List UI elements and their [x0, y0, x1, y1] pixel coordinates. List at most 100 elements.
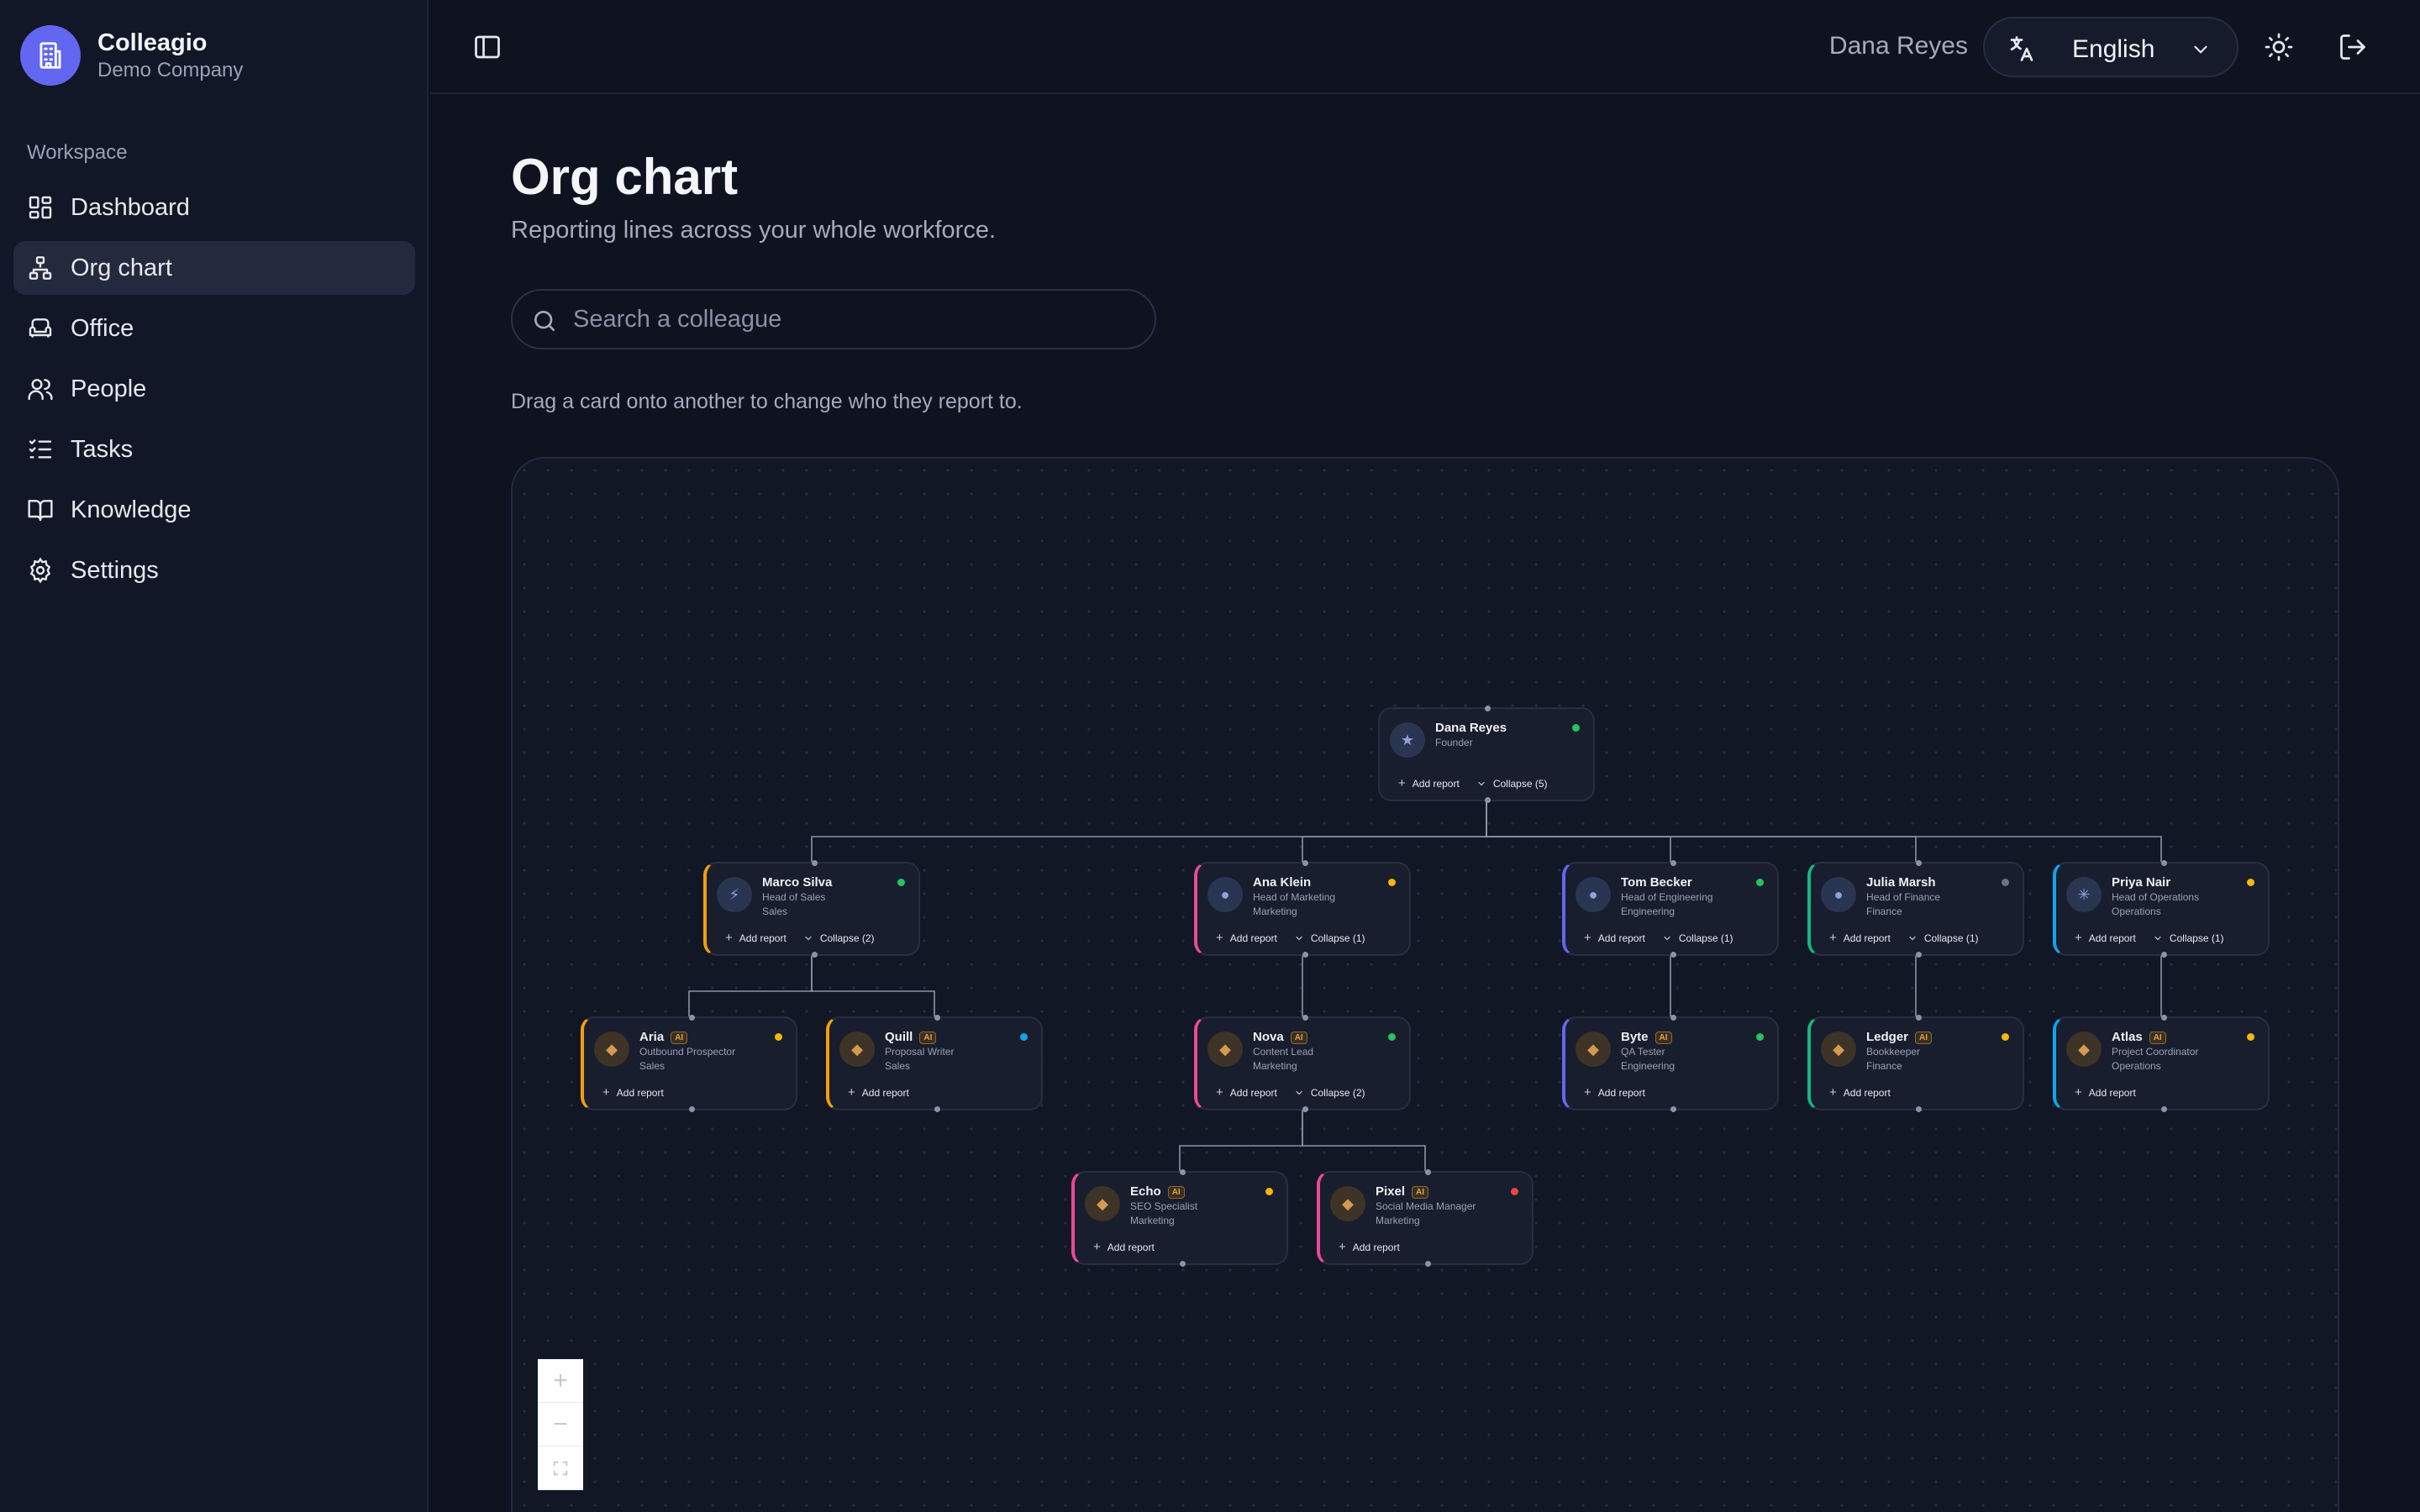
org-card-marco[interactable]: ⚡ Marco Silva Head of Sales Sales + Add repor…	[703, 860, 920, 958]
sidebar-item-label: People	[71, 375, 147, 402]
connector-port[interactable]	[1916, 860, 1922, 866]
org-card-byte[interactable]: ◆ Byte AI QA Tester Engineering + Add report	[1562, 1015, 1779, 1112]
connector-port[interactable]	[1180, 1169, 1186, 1175]
org-chart-canvas[interactable]: ★ Dana Reyes Founder + Add report Collapse (5…	[511, 457, 2339, 1512]
search-icon	[534, 311, 555, 331]
logout-icon[interactable]	[2338, 32, 2368, 62]
search-input[interactable]	[573, 299, 1128, 339]
org-card-ledger[interactable]: ◆ Ledger AI Bookkeeper Finance + Add report	[1807, 1015, 2024, 1112]
collapse-button[interactable]: Collapse (1)	[1662, 931, 1733, 945]
org-card-aria[interactable]: ◆ Aria AI Outbound Prospector Sales + Add repo…	[581, 1015, 797, 1112]
connector-port[interactable]	[1670, 1106, 1676, 1112]
sidebar-item-dashboard[interactable]: Dashboard	[13, 181, 415, 234]
brand-name: Colleagio	[97, 29, 208, 56]
add-report-button[interactable]: + Add report	[1216, 931, 1277, 945]
connector-port[interactable]	[1302, 1106, 1308, 1112]
connector-port[interactable]	[2161, 952, 2167, 958]
add-report-button[interactable]: + Add report	[725, 931, 786, 945]
sidebar-item-office[interactable]: Office	[13, 302, 415, 355]
add-report-label: Add report	[1352, 1241, 1400, 1253]
org-card-nova[interactable]: ◆ Nova AI Content Lead Marketing + Add report C…	[1194, 1015, 1411, 1112]
add-report-button[interactable]: + Add report	[2075, 1085, 2136, 1100]
collapse-label: Collapse (1)	[2169, 932, 2224, 944]
sidebar-toggle-icon[interactable]	[472, 32, 502, 62]
org-card-tom[interactable]: ● Tom Becker Head of Engineering Engineerin…	[1562, 860, 1779, 958]
connector-port[interactable]	[2161, 1106, 2167, 1112]
connector-port[interactable]	[1916, 1106, 1922, 1112]
connector-port[interactable]	[1302, 952, 1308, 958]
collapse-button[interactable]: Collapse (2)	[1294, 1085, 1365, 1100]
add-report-button[interactable]: + Add report	[1398, 776, 1460, 790]
add-report-button[interactable]: + Add report	[2075, 931, 2136, 945]
connector-port[interactable]	[1425, 1169, 1431, 1175]
connector-port[interactable]	[1670, 860, 1676, 866]
add-report-button[interactable]: + Add report	[1339, 1240, 1400, 1254]
connector-port[interactable]	[1302, 860, 1308, 866]
connector-port[interactable]	[1485, 706, 1491, 711]
status-dot	[1020, 1033, 1028, 1041]
org-card-pixel[interactable]: ◆ Pixel AI Social Media Manager Marketing + Ad…	[1317, 1169, 1534, 1267]
connector-port[interactable]	[934, 1015, 940, 1021]
add-report-button[interactable]: + Add report	[1216, 1085, 1277, 1100]
add-report-label: Add report	[1843, 932, 1891, 944]
status-dot	[2002, 879, 2009, 886]
org-card-quill[interactable]: ◆ Quill AI Proposal Writer Sales + Add report	[826, 1015, 1043, 1112]
connector-port[interactable]	[1425, 1261, 1431, 1267]
sidebar-item-tasks[interactable]: Tasks	[13, 423, 415, 476]
colleague-department: Marketing	[1376, 1215, 1420, 1226]
connector-port[interactable]	[1670, 1015, 1676, 1021]
connector-port[interactable]	[1916, 952, 1922, 958]
connector-port[interactable]	[2161, 860, 2167, 866]
zoom-in-button[interactable]: +	[538, 1359, 583, 1403]
plus-icon: +	[1584, 931, 1591, 945]
bot-icon: ◆	[594, 1032, 629, 1067]
add-report-button[interactable]: + Add report	[848, 1085, 909, 1100]
sun-icon[interactable]	[2264, 32, 2294, 62]
sidebar-item-label: Tasks	[71, 435, 134, 463]
fit-view-button[interactable]	[538, 1446, 583, 1490]
add-report-button[interactable]: + Add report	[1093, 1240, 1155, 1254]
add-report-button[interactable]: + Add report	[1829, 1085, 1891, 1100]
sidebar-item-org-chart[interactable]: Org chart	[13, 241, 415, 295]
connector-port[interactable]	[1180, 1261, 1186, 1267]
connector-port[interactable]	[812, 952, 818, 958]
add-report-button[interactable]: + Add report	[1829, 931, 1891, 945]
add-report-button[interactable]: + Add report	[1584, 1085, 1645, 1100]
connector-port[interactable]	[689, 1015, 695, 1021]
collapse-button[interactable]: Collapse (1)	[1907, 931, 1979, 945]
sidebar-item-people[interactable]: People	[13, 362, 415, 416]
collapse-button[interactable]: Collapse (1)	[1294, 931, 1365, 945]
connector-port[interactable]	[1302, 1015, 1308, 1021]
connector-port[interactable]	[934, 1106, 940, 1112]
zoom-out-button[interactable]: −	[538, 1403, 583, 1446]
reporting-line-nova-pixel	[1302, 1110, 1426, 1171]
collapse-button[interactable]: Collapse (1)	[2153, 931, 2224, 945]
user-name: Dana Reyes	[1828, 32, 1968, 60]
add-report-button[interactable]: + Add report	[1584, 931, 1645, 945]
connector-port[interactable]	[1485, 797, 1491, 803]
colleague-name: Ana Klein	[1253, 875, 1312, 890]
org-card-ana[interactable]: ● Ana Klein Head of Marketing Marketing + Add…	[1194, 860, 1411, 958]
org-card-atlas[interactable]: ◆ Atlas AI Project Coordinator Operations + Ad…	[2053, 1015, 2270, 1112]
plus-icon: +	[848, 1085, 855, 1100]
org-card-julia[interactable]: ● Julia Marsh Head of Finance Finance + Add r…	[1807, 860, 2024, 958]
connector-port[interactable]	[2161, 1015, 2167, 1021]
connector-port[interactable]	[812, 860, 818, 866]
org-card-priya[interactable]: ✳ Priya Nair Head of Operations Operations +…	[2053, 860, 2270, 958]
org-card-dana[interactable]: ★ Dana Reyes Founder + Add report Collapse (5…	[1378, 706, 1595, 803]
connector-port[interactable]	[1670, 952, 1676, 958]
brand[interactable]: Colleagio Demo Company	[20, 25, 243, 86]
add-report-button[interactable]: + Add report	[602, 1085, 664, 1100]
collapse-button[interactable]: Collapse (5)	[1476, 776, 1548, 790]
language-select[interactable]: English	[1983, 17, 2238, 77]
chevron-down-icon	[2154, 936, 2161, 940]
connector-port[interactable]	[689, 1106, 695, 1112]
connector-port[interactable]	[1916, 1015, 1922, 1021]
sidebar-item-knowledge[interactable]: Knowledge	[13, 483, 415, 537]
bot-icon: ◆	[1330, 1186, 1365, 1221]
ai-badge: AI	[1167, 1186, 1185, 1199]
collapse-button[interactable]: Collapse (2)	[803, 931, 875, 945]
sidebar-item-settings[interactable]: Settings	[13, 543, 415, 597]
colleague-name: Aria AI	[639, 1030, 688, 1044]
org-card-echo[interactable]: ◆ Echo AI SEO Specialist Marketing + Add repor…	[1071, 1169, 1288, 1267]
